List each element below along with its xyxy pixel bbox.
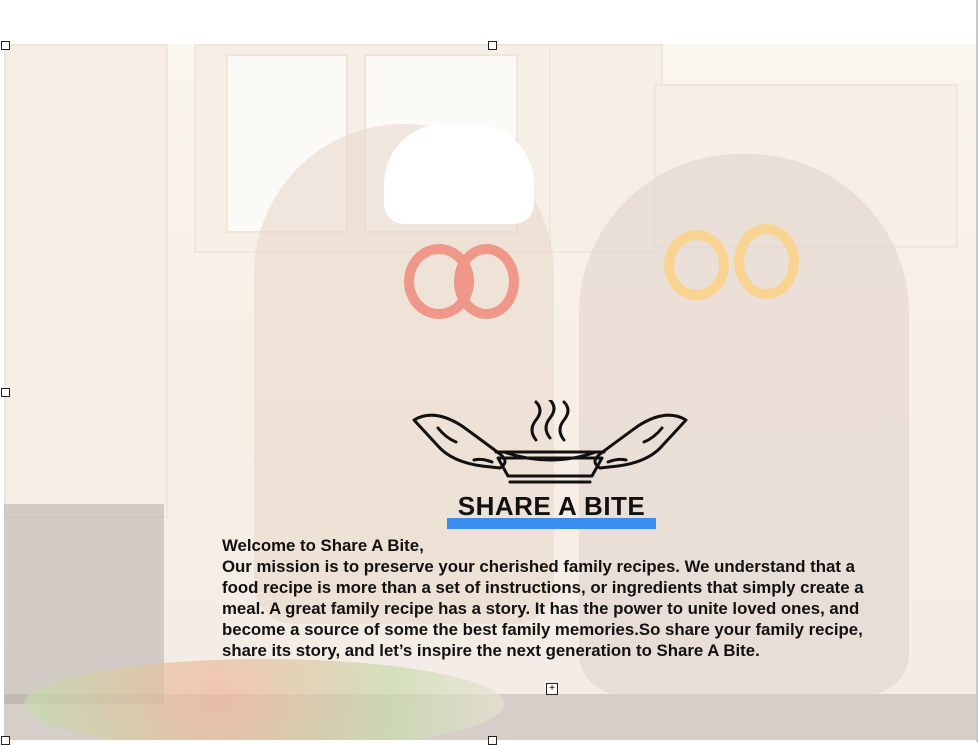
mission-text-box[interactable]: Welcome to Share A Bite, Our mission is …: [222, 535, 892, 661]
brand-underline-bar: [447, 518, 656, 529]
welcome-greeting: Welcome to Share A Bite,: [222, 536, 424, 555]
resize-handle-icon[interactable]: [488, 736, 497, 745]
slide-canvas: SHARE A BITE Welcome to Share A Bite, Ou…: [0, 0, 978, 745]
mission-paragraph: Our mission is to preserve your cherishe…: [222, 557, 864, 660]
resize-handle-icon[interactable]: [1, 388, 10, 397]
resize-handle-icon[interactable]: [1, 41, 10, 50]
anchor-move-icon[interactable]: +: [546, 683, 558, 695]
resize-handle-icon[interactable]: [1, 736, 10, 745]
resize-handle-icon[interactable]: [488, 41, 497, 50]
